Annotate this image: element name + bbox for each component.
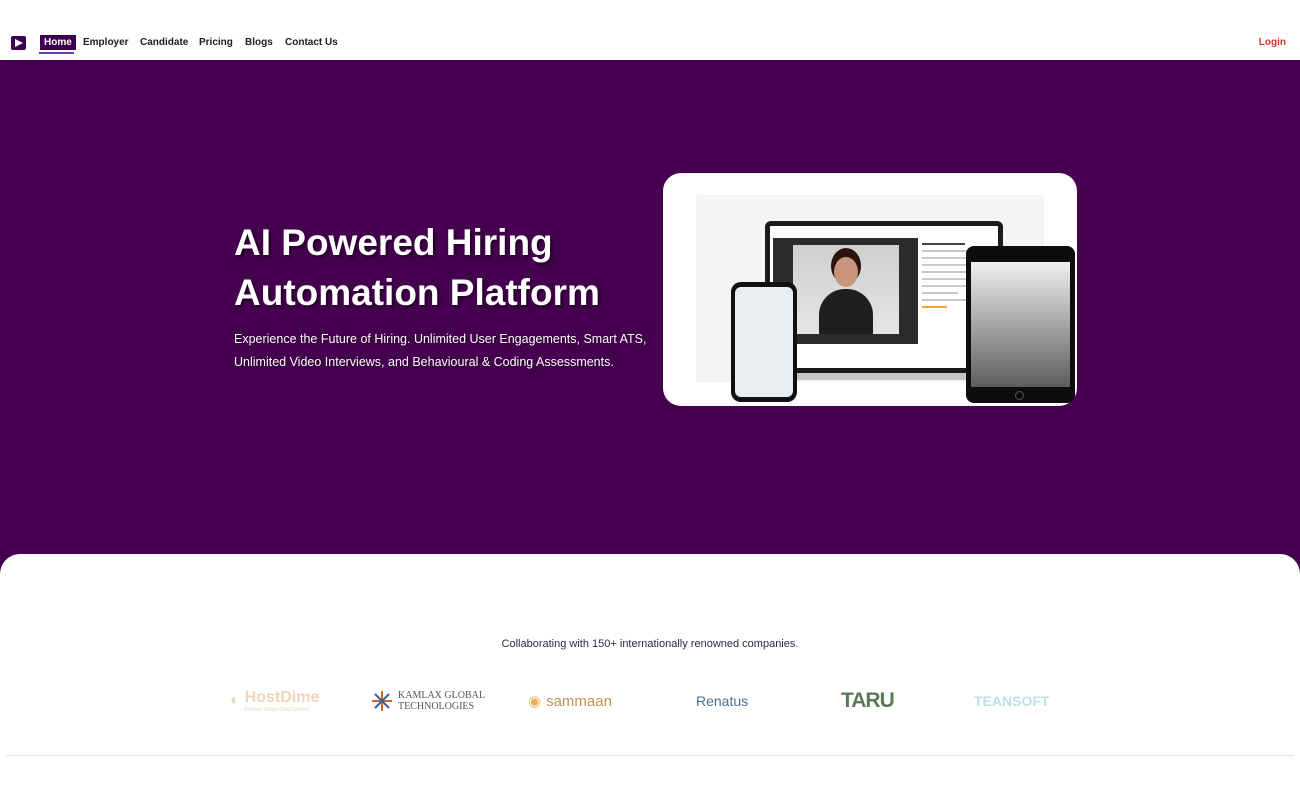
nav-item-blogs[interactable]: Blogs — [245, 37, 273, 48]
partner-logo-teansoft: TEANSOFT — [974, 693, 1050, 709]
phone-mockup — [731, 282, 797, 402]
tablet-mockup — [966, 246, 1075, 403]
partner-logos-row: ◐ HostDime Premier Global Data Centers K… — [226, 684, 1076, 718]
login-link[interactable]: Login — [1259, 37, 1286, 48]
nav-active-underline — [39, 52, 74, 54]
hero-subtitle: Experience the Future of Hiring. Unlimit… — [234, 332, 647, 369]
hero-section: AI Powered Hiring Automation Platform Ex… — [0, 60, 1300, 580]
nav-item-candidate[interactable]: Candidate — [140, 37, 188, 48]
nav-item-pricing[interactable]: Pricing — [199, 37, 233, 48]
nav-item-home[interactable]: Home — [40, 35, 76, 50]
partner-logo-sammaan: ◉ sammaan — [528, 692, 612, 711]
play-triangle-logo-icon[interactable] — [11, 36, 26, 50]
sammaan-circle-icon: ◉ — [528, 693, 542, 710]
hostdime-mark-icon: ◐ — [230, 692, 240, 709]
hero-title: AI Powered Hiring Automation Platform — [234, 222, 600, 313]
product-mockup-card — [663, 173, 1077, 406]
kamlax-star-icon — [372, 691, 392, 711]
devices-mockup-image — [696, 195, 1075, 403]
candidate-avatar — [834, 257, 858, 287]
partner-logo-renatus: Renatus — [696, 693, 749, 709]
partner-logo-kamlax: KAMLAX GLOBAL TECHNOLOGIES — [371, 684, 490, 718]
top-navbar: Home Employer Candidate Pricing Blogs Co… — [0, 0, 1300, 60]
section-divider — [6, 755, 1294, 756]
partner-logo-hostdime: ◐ HostDime Premier Global Data Centers — [230, 689, 320, 713]
nav-item-employer[interactable]: Employer — [83, 37, 129, 48]
partners-heading: Collaborating with 150+ internationally … — [501, 638, 799, 650]
partner-logo-taru: TARU — [841, 689, 895, 712]
partners-section — [0, 554, 1300, 788]
nav-item-contact-us[interactable]: Contact Us — [285, 37, 338, 48]
